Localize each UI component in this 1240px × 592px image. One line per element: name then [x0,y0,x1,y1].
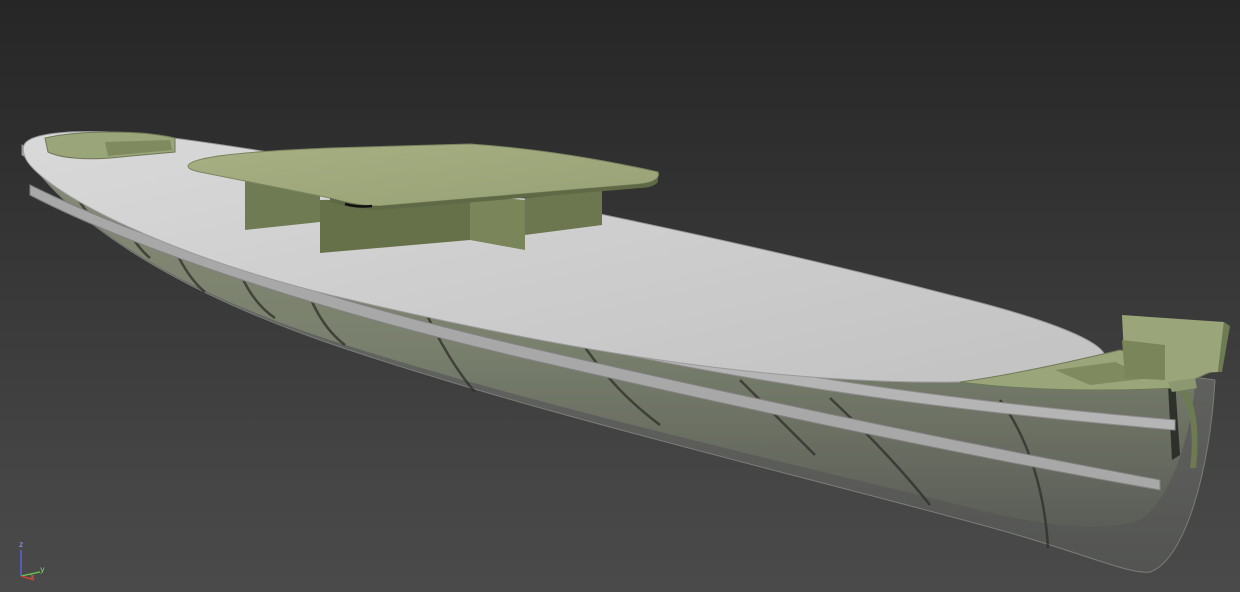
bow-bulwark-inner [1122,340,1165,380]
3d-viewport[interactable]: z y x [0,0,1240,592]
axis-x-label: x [30,572,35,581]
axis-gizmo: z y x [12,538,52,582]
ship-model[interactable] [0,0,1240,592]
axis-y-label: y [40,565,45,574]
axis-z-label: z [19,540,24,549]
